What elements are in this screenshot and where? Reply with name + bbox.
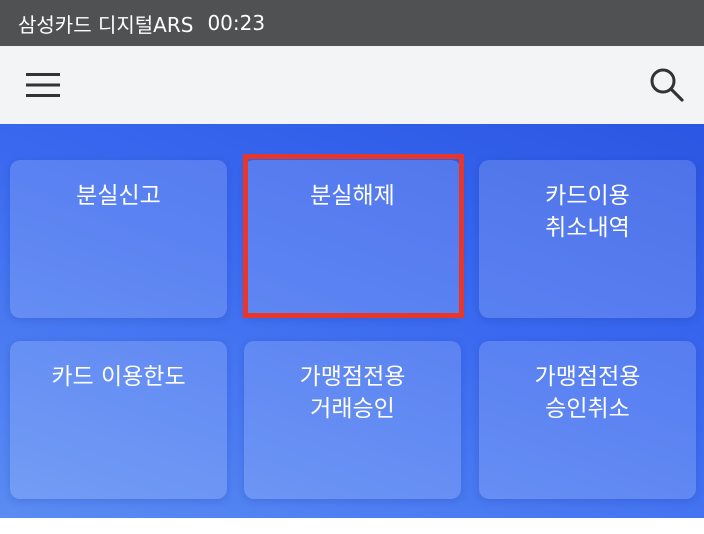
- tile-label: 가맹점전용 승인취소: [534, 364, 641, 422]
- bottom-strip: [0, 518, 704, 534]
- card-limit-button[interactable]: 카드 이용한도: [10, 341, 227, 499]
- tile-label: 가맹점전용 거래승인: [299, 364, 406, 422]
- tile-label: 분실신고: [76, 183, 161, 209]
- search-icon[interactable]: [646, 64, 688, 106]
- app-screen: 삼성카드 디지털ARS 00:23 분실신고 분실해제 카드이용 취소내역 카드…: [0, 0, 704, 534]
- hamburger-menu-icon[interactable]: [22, 64, 64, 106]
- merchant-approval-button[interactable]: 가맹점전용 거래승인: [244, 341, 461, 499]
- card-cancel-history-button[interactable]: 카드이용 취소내역: [479, 160, 696, 318]
- call-timer: 00:23: [207, 11, 266, 35]
- lost-card-report-button[interactable]: 분실신고: [10, 160, 227, 318]
- tile-label: 카드 이용한도: [51, 364, 186, 390]
- header: [0, 46, 704, 124]
- merchant-approval-cancel-button[interactable]: 가맹점전용 승인취소: [479, 341, 696, 499]
- app-title: 삼성카드 디지털ARS: [18, 12, 194, 37]
- tile-label: 카드이용 취소내역: [545, 183, 630, 241]
- lost-card-release-button[interactable]: 분실해제: [244, 160, 461, 318]
- status-bar: 삼성카드 디지털ARS 00:23: [0, 0, 704, 46]
- tile-label: 분실해제: [310, 183, 395, 209]
